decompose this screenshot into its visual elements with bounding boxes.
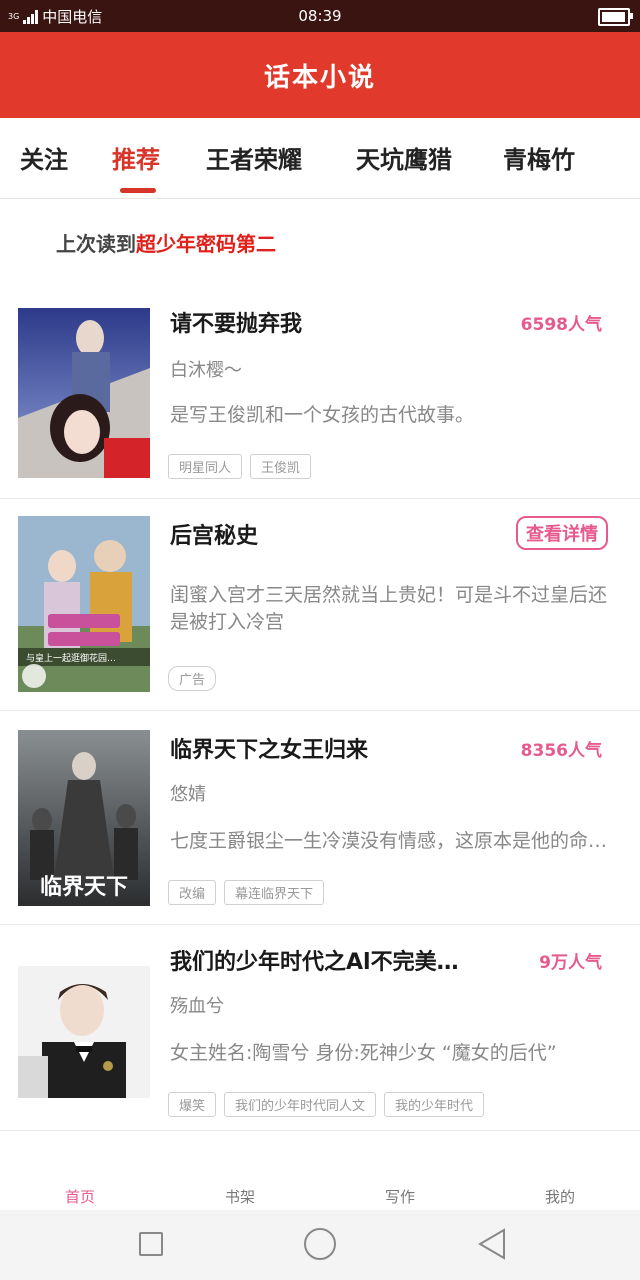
ad-item[interactable]: 与皇上一起逛御花园… 后宫秘史 查看详情 闺蜜入宫才三天居然就当上贵妃！可是斗不…: [0, 498, 640, 711]
cover-title-text: 临界天下: [40, 874, 128, 900]
battery-icon: [598, 8, 633, 26]
category-tabs: 关注 推荐 王者荣耀 天坑鹰猎 青梅竹: [0, 118, 640, 199]
last-read-prefix: 上次读到: [56, 232, 136, 256]
book-title[interactable]: 请不要抛弃我: [170, 306, 302, 338]
status-bar: 3G 中国电信 08:39: [0, 0, 640, 32]
view-details-button[interactable]: 查看详情: [516, 516, 608, 550]
tab-king-of-glory[interactable]: 王者荣耀: [206, 140, 302, 175]
tag[interactable]: 我们的少年时代同人文: [224, 1092, 377, 1117]
tab-recommend[interactable]: 推荐: [112, 140, 160, 175]
app-header: 话本小说: [0, 32, 640, 118]
tab-tiankeng-eagle[interactable]: 天坑鹰猎: [356, 140, 452, 175]
book-author[interactable]: 悠婧: [170, 780, 206, 806]
ad-cover-caption: 与皇上一起逛御花园…: [26, 652, 116, 664]
book-title[interactable]: 我们的少年时代之Al不完美…: [170, 944, 459, 976]
home-square-icon[interactable]: [139, 1232, 163, 1256]
book-description: 七度王爵银尘一生冷漠没有情感，这原本是他的命运，: [170, 830, 614, 852]
book-cover[interactable]: [18, 966, 150, 1098]
book-author[interactable]: 白沐樱～: [170, 356, 242, 382]
book-tags: 明星同人 王俊凯: [168, 454, 312, 479]
app-title: 话本小说: [263, 62, 376, 93]
nav-home[interactable]: 首页: [65, 1186, 95, 1207]
back-triangle-icon[interactable]: [478, 1228, 506, 1260]
book-description: 女主姓名:陶雪兮 身份:死神少女 “魔女的后代”: [170, 1042, 557, 1064]
book-cover[interactable]: 临界天下: [18, 730, 150, 906]
tag[interactable]: 我的少年时代: [384, 1092, 485, 1117]
nav-profile[interactable]: 我的: [545, 1186, 575, 1207]
nav-bookshelf[interactable]: 书架: [225, 1186, 255, 1207]
book-tags: 改编 幕连临界天下: [168, 880, 325, 905]
ad-tags: 广告: [168, 666, 217, 691]
nav-writing[interactable]: 写作: [385, 1186, 415, 1207]
ad-cover-image: 与皇上一起逛御花园…: [18, 516, 150, 692]
popularity-count: 8356人气: [520, 741, 602, 761]
book-title[interactable]: 临界天下之女王归来: [170, 732, 368, 764]
popularity-count: 9万人气: [539, 953, 602, 973]
ad-cover[interactable]: 与皇上一起逛御花园…: [18, 516, 150, 692]
tag[interactable]: 爆笑: [168, 1092, 217, 1117]
home-circle-icon[interactable]: [304, 1228, 336, 1260]
bottom-navigation: 首页 书架 写作 我的: [0, 1178, 640, 1210]
popularity-count: 6598人气: [520, 315, 602, 335]
book-item[interactable]: 临界天下 临界天下之女王归来 8356人气 悠婧 七度王爵银尘一生冷漠没有情感，…: [0, 710, 640, 925]
tag[interactable]: 改编: [168, 880, 217, 905]
tab-follow[interactable]: 关注: [20, 140, 68, 175]
book-cover[interactable]: [18, 308, 150, 478]
tag[interactable]: 幕连临界天下: [224, 880, 325, 905]
tab-childhood-sweethearts[interactable]: 青梅竹: [503, 140, 575, 175]
clock: 08:39: [298, 7, 342, 25]
last-read-book[interactable]: 超少年密码第二: [136, 232, 276, 256]
book-description: 是写王俊凯和一个女孩的古代故事。: [170, 404, 475, 426]
active-tab-indicator: [120, 188, 156, 193]
cover-image: [18, 308, 150, 478]
battery-level: [602, 12, 625, 22]
book-tags: 爆笑 我们的少年时代同人文 我的少年时代: [168, 1092, 485, 1117]
book-author[interactable]: 殇血兮: [170, 992, 224, 1018]
last-read-banner[interactable]: 上次读到超少年密码第二: [56, 228, 276, 257]
ad-badge: 广告: [168, 666, 217, 691]
cover-image: [18, 966, 150, 1098]
tag[interactable]: 王俊凯: [250, 454, 312, 479]
system-nav-bar: [0, 1210, 640, 1280]
book-item[interactable]: 请不要抛弃我 6598人气 白沐樱～ 是写王俊凯和一个女孩的古代故事。 明星同人…: [0, 286, 640, 499]
cover-image: 临界天下: [18, 730, 150, 906]
book-item[interactable]: 我们的少年时代之Al不完美… 9万人气 殇血兮 女主姓名:陶雪兮 身份:死神少女…: [0, 924, 640, 1131]
tag[interactable]: 明星同人: [168, 454, 243, 479]
ad-title[interactable]: 后宫秘史: [170, 518, 258, 550]
ad-description: 闺蜜入宫才三天居然就当上贵妃！可是斗不过皇后还是被打入冷宫: [170, 584, 608, 633]
